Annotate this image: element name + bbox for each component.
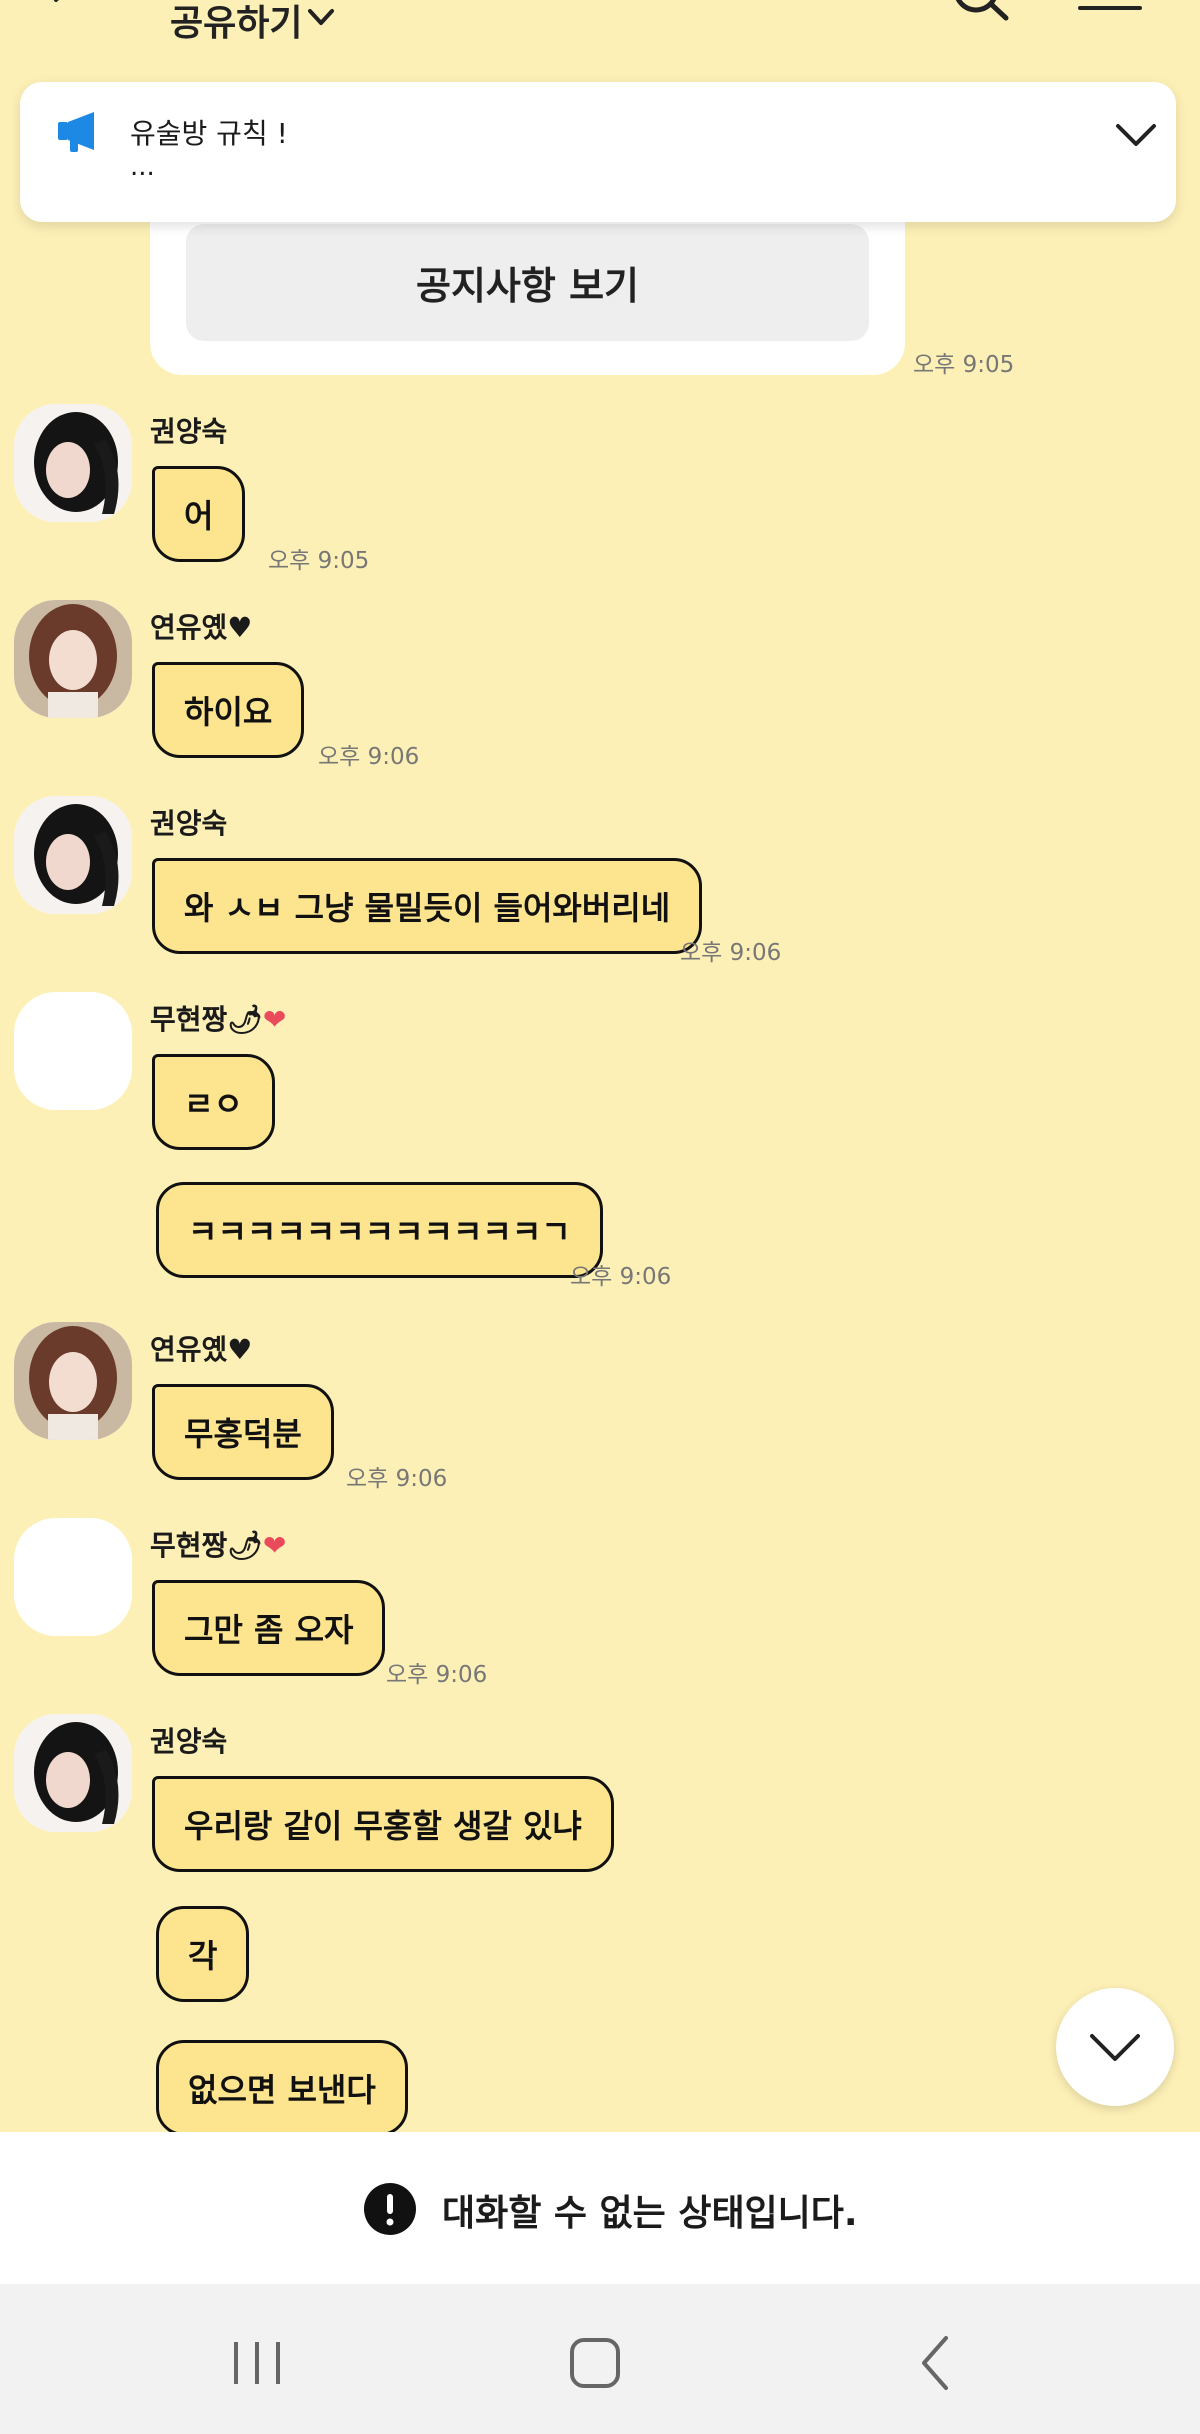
heart-icon: ♥ (227, 1333, 253, 1366)
menu-icon[interactable] (1078, 0, 1142, 20)
pinned-notice-banner[interactable]: 유술방 규칙 ! ... (20, 82, 1176, 222)
message-bubble[interactable]: 와 ㅅㅂ 그냥 물밀듯이 들어와버리네 (152, 858, 703, 954)
avatar-blank (14, 992, 132, 1110)
message-time: 오후 9:06 (318, 744, 420, 770)
message-time: 오후 9:06 (680, 940, 782, 966)
message-bubble[interactable]: 무홍덕분 (152, 1384, 334, 1480)
message-bubble[interactable]: 그만 좀 오자 (152, 1580, 386, 1676)
avatar[interactable] (14, 404, 132, 522)
message-time: 오후 9:06 (386, 1662, 488, 1688)
avatar[interactable] (14, 796, 132, 914)
avatar-brown-hair (14, 600, 132, 718)
heart-icon: ❤ (262, 1529, 287, 1562)
chili-pepper-icon: 🌶 (227, 1529, 263, 1562)
avatar-dark-hair (14, 796, 132, 914)
heart-icon: ♥ (227, 611, 253, 644)
chili-pepper-icon: 🌶 (227, 1003, 263, 1036)
chevron-down-icon (1090, 2034, 1140, 2061)
scroll-to-bottom-button[interactable] (1056, 1988, 1174, 2106)
message-bubble[interactable]: 우리랑 같이 무홍할 생갈 있냐 (152, 1776, 614, 1872)
avatar[interactable] (14, 1714, 132, 1832)
chat-header: 공유하기 (0, 0, 1200, 80)
sender-name: 권양숙 (150, 1725, 228, 1758)
message-bubble[interactable]: 어 (152, 466, 246, 562)
view-notice-button[interactable]: 공지사항 보기 (186, 224, 869, 341)
notice-title: 유술방 규칙 ! (130, 117, 288, 150)
avatar[interactable] (14, 600, 132, 718)
message-bubble[interactable]: 없으면 보낸다 (156, 2040, 408, 2136)
avatar[interactable] (14, 992, 132, 1110)
sender-name: 무현짱🌶❤ (150, 1003, 287, 1036)
search-icon[interactable] (950, 0, 1012, 26)
recents-icon[interactable] (222, 2328, 292, 2398)
chevron-down-icon[interactable] (1114, 120, 1158, 150)
avatar-blank (14, 1518, 132, 1636)
notice-card: 공지사항 보기 (150, 200, 905, 375)
sender-name: 무현짱🌶❤ (150, 1529, 287, 1562)
message-bubble[interactable]: 각 (156, 1906, 250, 2002)
avatar-dark-hair (14, 404, 132, 522)
megaphone-icon (58, 112, 94, 152)
sender-name: 연유옜♥ (150, 1333, 253, 1366)
chat-disabled-text: 대화할 수 없는 상태입니다. (442, 2193, 858, 2234)
chat-disabled-bar: 대화할 수 없는 상태입니다. (0, 2132, 1200, 2284)
avatar[interactable] (14, 1518, 132, 1636)
message-bubble[interactable]: 하이요 (152, 662, 305, 758)
sender-name: 연유옜♥ (150, 611, 253, 644)
message-time: 오후 9:05 (268, 548, 370, 574)
back-icon[interactable] (900, 2328, 970, 2398)
message-time: 오후 9:05 (913, 352, 1015, 378)
avatar-brown-hair (14, 1322, 132, 1440)
home-icon[interactable] (560, 2328, 630, 2398)
alert-icon (364, 2183, 416, 2235)
sender-name: 권양숙 (150, 415, 228, 448)
message-time: 오후 9:06 (570, 1264, 672, 1290)
message-time: 오후 9:06 (346, 1466, 448, 1492)
avatar[interactable] (14, 1322, 132, 1440)
heart-icon: ❤ (262, 1003, 287, 1036)
system-nav-bar (0, 2284, 1200, 2434)
back-arrow-icon[interactable] (46, 0, 86, 20)
message-bubble[interactable]: ㅋㅋㅋㅋㅋㅋㅋㅋㅋㅋㅋㅋㄱ (156, 1182, 603, 1278)
room-title[interactable]: 공유하기 (170, 0, 302, 46)
message-bubble[interactable]: ㄹㅇ (152, 1054, 275, 1150)
avatar-dark-hair (14, 1714, 132, 1832)
notice-subtitle: ... (130, 152, 155, 182)
chevron-down-icon[interactable] (306, 6, 336, 30)
sender-name: 권양숙 (150, 807, 228, 840)
